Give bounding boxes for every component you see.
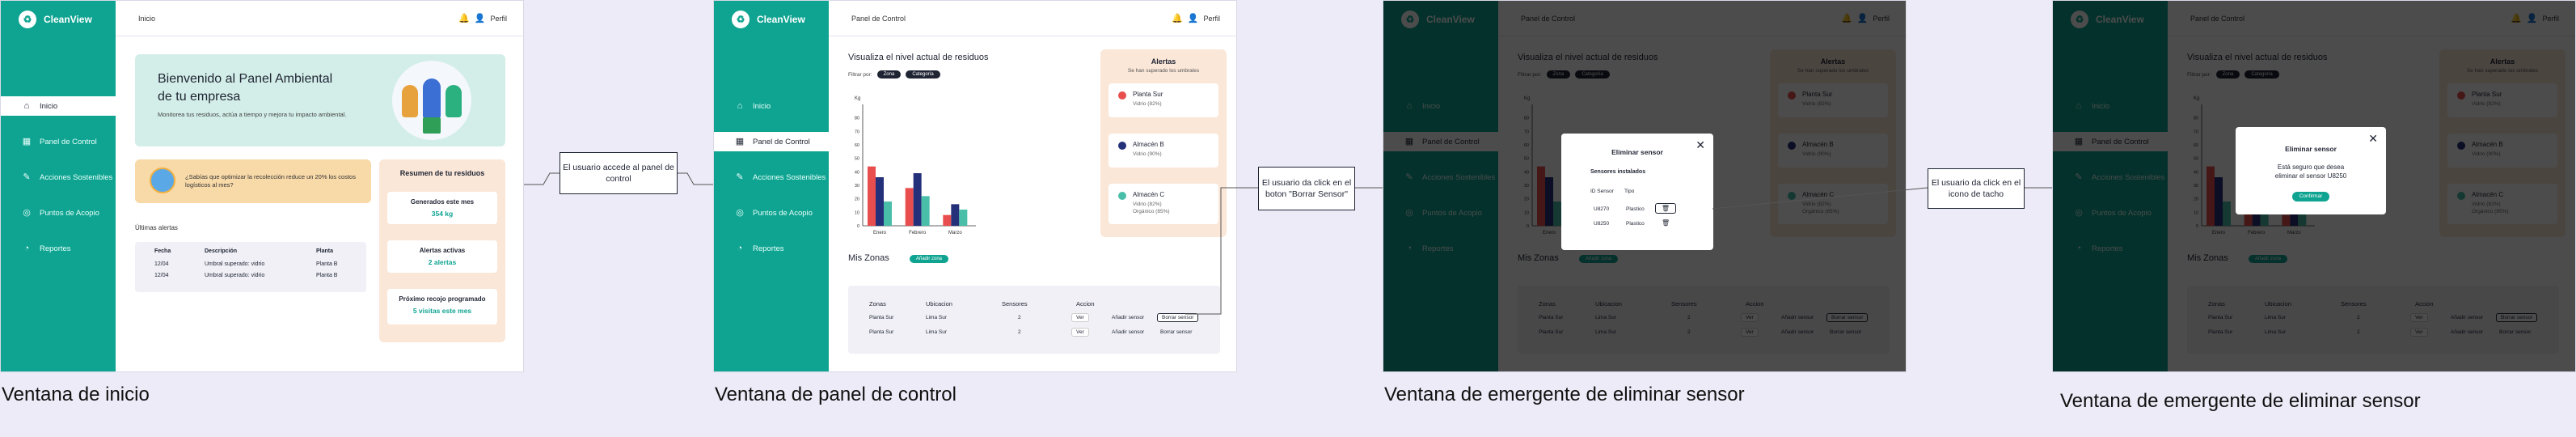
connector-2: [1185, 187, 1258, 315]
caption-inicio: Ventana de inicio: [2, 384, 150, 405]
caption-panel: Ventana de panel de control: [715, 384, 956, 405]
caption-modal-list: Ventana de emergente de eliminar sensor: [1384, 384, 1745, 405]
connector-3: [1712, 187, 1928, 210]
flow-note-2: El usuario da click en el boton "Borrar …: [1258, 167, 1355, 210]
flow-note-3: El usuario da click en el icono de tacho: [1928, 168, 2025, 209]
flow-note-1: El usuario accede al panel de control: [560, 152, 678, 194]
connector-1b: [678, 172, 713, 185]
flow-connectors: [524, 172, 2052, 315]
connector-1: [524, 172, 560, 185]
caption-modal-confirm: Ventana de emergente de eliminar sensor: [2060, 390, 2421, 412]
